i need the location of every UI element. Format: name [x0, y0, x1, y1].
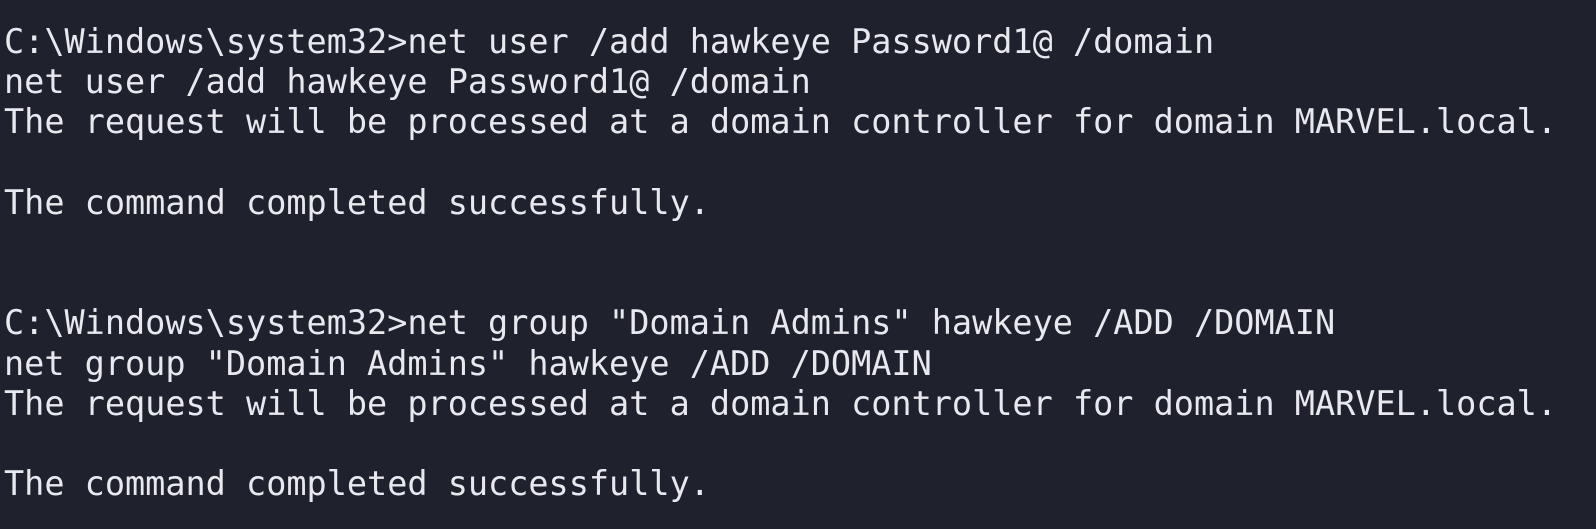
prompt-command-line: C:\Windows\system32>net group "Domain Ad…	[4, 303, 1336, 343]
output-line: The command completed successfully.	[4, 182, 710, 222]
command-echo-line: net group "Domain Admins" hawkeye /ADD /…	[4, 343, 932, 383]
command-echo-line: net user /add hawkeye Password1@ /domain	[4, 62, 811, 102]
terminal-window[interactable]: C:\Windows\system32>net user /add hawkey…	[0, 0, 1596, 529]
output-line: The command completed successfully.	[4, 464, 710, 504]
output-line: The request will be processed at a domai…	[4, 102, 1557, 142]
prompt-command-line: C:\Windows\system32>net user /add hawkey…	[4, 22, 1215, 61]
output-line: The request will be processed at a domai…	[4, 383, 1557, 423]
